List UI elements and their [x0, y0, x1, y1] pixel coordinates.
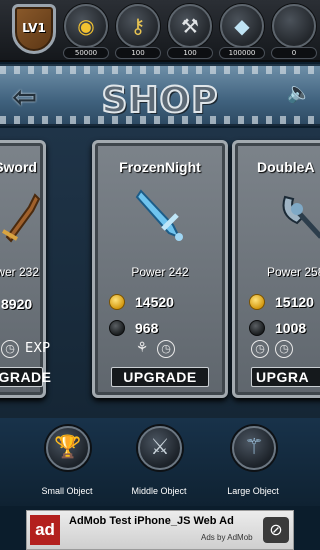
ad-title: AdMob Test iPhone_JS Web Ad — [69, 515, 234, 527]
bonus-row: ◷ ◷ — [251, 339, 299, 359]
ore-price-row: 968 — [109, 319, 158, 337]
ore-price: 1008 — [275, 320, 307, 336]
upgrade-button[interactable]: UPGRADE — [111, 367, 209, 387]
bonus-row: ◷ EXP — [1, 339, 50, 359]
coin-price-row: 14520 — [109, 293, 174, 311]
weapon-name: DoubleA — [257, 159, 315, 175]
diamond-value: 100000 — [219, 47, 265, 59]
sword-icon — [2, 193, 41, 243]
level-shield[interactable]: LV1 — [12, 4, 56, 54]
weapon-card[interactable]: DoubleA Power 258 15120 1008 ◷ ◷ UPGRA — [232, 140, 320, 398]
weapon-name: nSword — [0, 159, 37, 175]
timer-icon: ◷ — [157, 339, 175, 358]
pickaxe-value: 100 — [167, 47, 213, 59]
ad-close-button[interactable]: ⊘ — [263, 517, 289, 543]
ice-sword-icon — [135, 189, 183, 241]
key-button[interactable]: ⚷ — [116, 4, 160, 48]
coin-price-row: 8920 — [1, 295, 32, 313]
resource-bar: LV1 ◉ 50000 ⚷ 100 ⚒ 100 ◆ 100000 0 — [0, 0, 320, 62]
ad-banner[interactable]: ad AdMob Test iPhone_JS Web Ad Ads by Ad… — [26, 510, 294, 550]
ore-icon — [109, 320, 125, 336]
clock-icon: ◷ — [275, 339, 293, 358]
ore-price-row: 1008 — [249, 319, 306, 337]
gold-button[interactable]: ◉ — [64, 4, 108, 48]
upgrade-button[interactable]: UPGRADE — [0, 367, 51, 387]
gold-value: 50000 — [63, 47, 109, 59]
ice-shard-icon: ⚘ — [135, 339, 149, 356]
speaker-icon: 🔈 — [286, 80, 312, 104]
bonus-row: ⚘ ◷ — [133, 339, 181, 359]
clock-icon: ◷ — [1, 339, 19, 358]
category-middle-object[interactable]: ⚔ Middle Object — [114, 426, 204, 504]
upgrade-button[interactable]: UPGRA — [251, 367, 320, 387]
bonus-text: EXP — [25, 341, 50, 356]
weapon-power: Power 258 — [267, 265, 320, 279]
clock-icon: ◷ — [251, 339, 269, 358]
diamond-button[interactable]: ◆ — [220, 4, 264, 48]
weapon-name: FrozenNight — [119, 159, 201, 175]
category-label: Middle Object — [131, 486, 187, 496]
coin-price-row: 15120 — [249, 293, 314, 311]
pickaxe-button[interactable]: ⚒ — [168, 4, 212, 48]
gold-pile-icon: ◉ — [77, 14, 95, 38]
page-title: SHOP — [100, 79, 219, 122]
category-label: Large Object — [227, 486, 279, 496]
sound-button[interactable]: 🔈 — [286, 79, 312, 105]
axe-icon: ⚔ — [138, 426, 182, 470]
key-icon: ⚷ — [130, 14, 146, 38]
empty-slot-value: 0 — [271, 47, 317, 59]
blade-icon: ⚚ — [232, 426, 276, 470]
coin-icon — [249, 294, 265, 310]
ore-price: 968 — [135, 320, 159, 336]
coin-price: 15120 — [275, 294, 314, 310]
trophy-cup-icon: 🏆 — [46, 426, 90, 470]
weapon-power: Power 242 — [131, 265, 189, 279]
weapon-power: Power 232 — [0, 265, 39, 279]
coin-price: 14520 — [135, 294, 174, 310]
category-label: Small Object — [41, 486, 93, 496]
shop-header: ⇦ SHOP 🔈 — [0, 64, 320, 126]
ad-subtitle: Ads by AdMob — [201, 533, 253, 542]
category-bar: 🏆 Small Object ⚔ Middle Object ⚚ Large O… — [0, 418, 320, 506]
shop-carousel[interactable]: nSword Power 232 8920 ◷ EXP UPGRADE Froze… — [0, 128, 320, 418]
ore-icon — [249, 320, 265, 336]
double-axe-icon — [282, 195, 320, 239]
ad-logo: ad — [30, 515, 60, 545]
weapon-card[interactable]: nSword Power 232 8920 ◷ EXP UPGRADE — [0, 140, 51, 398]
category-large-object[interactable]: ⚚ Large Object — [208, 426, 298, 504]
block-icon: ⊘ — [269, 520, 283, 539]
level-label: LV1 — [22, 21, 46, 35]
coin-icon — [109, 294, 125, 310]
key-value: 100 — [115, 47, 161, 59]
empty-slot-button[interactable] — [272, 4, 316, 48]
category-small-object[interactable]: 🏆 Small Object — [22, 426, 112, 504]
diamond-icon: ◆ — [234, 14, 250, 38]
pickaxe-icon: ⚒ — [181, 14, 199, 38]
weapon-card[interactable]: FrozenNight Power 242 14520 968 ⚘ ◷ UPGRA… — [92, 140, 228, 398]
coin-price: 8920 — [1, 296, 33, 312]
